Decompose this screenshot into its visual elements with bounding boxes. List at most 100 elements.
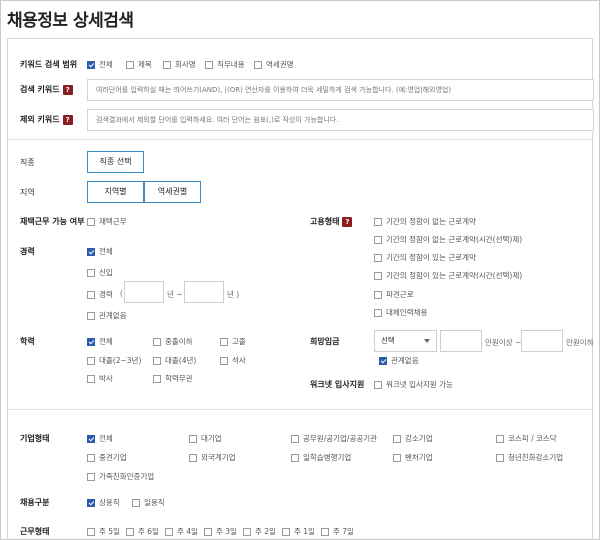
- checkbox-schedule-1day[interactable]: [282, 527, 290, 536]
- checkbox-worknet-support[interactable]: [374, 380, 382, 389]
- exclude-keyword-input[interactable]: 검색결과에서 제외할 단어를 입력하세요. 여러 단어는 쉼표(,)로 작성이 …: [87, 109, 594, 131]
- hire-option-regular[interactable]: 상용직: [87, 497, 120, 508]
- education-option-master[interactable]: 석사: [220, 355, 246, 366]
- search-keyword-input[interactable]: 여러단어를 입력하실 때는 띄어쓰기(AND), |(OR) 연산자를 이용하여…: [87, 79, 594, 101]
- checkbox-schedule-2day[interactable]: [243, 527, 251, 536]
- career-option-all[interactable]: 전체: [87, 246, 113, 257]
- checkbox-schedule-3day[interactable]: [204, 527, 212, 536]
- wage-min-input[interactable]: [440, 330, 482, 352]
- help-icon[interactable]: ?: [342, 216, 353, 227]
- checkbox-hire-daily[interactable]: [132, 498, 140, 507]
- checkbox-education-middle[interactable]: [153, 337, 161, 346]
- scope-option-duty[interactable]: 직무내용: [205, 59, 245, 70]
- checkbox-career-experienced[interactable]: [87, 290, 95, 299]
- region-by-area-button[interactable]: 지역별: [87, 181, 144, 203]
- employment-option-6[interactable]: 대체인력채용: [374, 307, 427, 318]
- employment-option-4[interactable]: 기간의 정함이 있는 근로계약(시간(선택)제): [374, 270, 522, 281]
- scope-option-all[interactable]: 전체: [87, 59, 113, 70]
- checkbox-company-venture[interactable]: [393, 453, 401, 462]
- schedule-option-7day[interactable]: 주 7일: [321, 526, 354, 537]
- checkbox-employment-1[interactable]: [374, 217, 382, 226]
- checkbox-schedule-4day[interactable]: [165, 527, 173, 536]
- region-by-station-button[interactable]: 역세권별: [144, 181, 201, 203]
- company-option-large[interactable]: 대기업: [189, 433, 222, 444]
- checkbox-wage-any[interactable]: [379, 356, 387, 365]
- checkbox-company-large[interactable]: [189, 434, 197, 443]
- checkbox-education-any[interactable]: [153, 374, 161, 383]
- job-type-select-button[interactable]: 직종 선택: [87, 151, 144, 173]
- checkbox-education-master[interactable]: [220, 356, 228, 365]
- checkbox-hire-regular[interactable]: [87, 498, 95, 507]
- company-option-all[interactable]: 전체: [87, 433, 113, 444]
- career-option-any[interactable]: 관계없음: [87, 310, 127, 321]
- checkbox-schedule-7day[interactable]: [321, 527, 329, 536]
- career-years-max-input[interactable]: [184, 281, 224, 303]
- remote-option[interactable]: 재택근무: [87, 216, 127, 227]
- schedule-option-2day[interactable]: 주 2일: [243, 526, 276, 537]
- checkbox-schedule-6day[interactable]: [126, 527, 134, 536]
- education-option-all[interactable]: 전체: [87, 336, 113, 347]
- checkbox-scope-company[interactable]: [163, 60, 171, 69]
- education-option-middle[interactable]: 중졸이하: [153, 336, 193, 347]
- hire-option-daily[interactable]: 일용직: [132, 497, 165, 508]
- checkbox-employment-4[interactable]: [374, 271, 382, 280]
- company-option-kospi[interactable]: 코스피 / 코스닥: [496, 433, 557, 444]
- checkbox-company-strong-small[interactable]: [393, 434, 401, 443]
- education-option-university[interactable]: 대졸(4년): [153, 355, 196, 366]
- checkbox-company-all[interactable]: [87, 434, 95, 443]
- employment-option-5[interactable]: 파견근로: [374, 289, 414, 300]
- wage-any-option[interactable]: 관계없음: [379, 355, 419, 366]
- education-option-high[interactable]: 고졸: [220, 336, 246, 347]
- scope-option-station[interactable]: 역세권명: [254, 59, 294, 70]
- checkbox-company-public[interactable]: [291, 434, 299, 443]
- checkbox-company-family-friendly[interactable]: [87, 472, 95, 481]
- checkbox-employment-5[interactable]: [374, 290, 382, 299]
- checkbox-education-high[interactable]: [220, 337, 228, 346]
- checkbox-career-new[interactable]: [87, 268, 95, 277]
- checkbox-scope-all[interactable]: [87, 60, 95, 69]
- checkbox-company-foreign[interactable]: [189, 453, 197, 462]
- checkbox-scope-title[interactable]: [126, 60, 134, 69]
- education-option-doctor[interactable]: 박사: [87, 373, 113, 384]
- wage-type-select[interactable]: 선택: [374, 330, 437, 352]
- checkbox-employment-6[interactable]: [374, 308, 382, 317]
- checkbox-education-all[interactable]: [87, 337, 95, 346]
- checkbox-company-work-study[interactable]: [291, 453, 299, 462]
- company-option-family-friendly[interactable]: 가족친화인증기업: [87, 471, 154, 482]
- schedule-option-5day[interactable]: 주 5일: [87, 526, 120, 537]
- company-option-foreign[interactable]: 외국계기업: [189, 452, 236, 463]
- checkbox-scope-station[interactable]: [254, 60, 262, 69]
- career-option-new[interactable]: 신입: [87, 267, 113, 278]
- checkbox-company-midsize[interactable]: [87, 453, 95, 462]
- checkbox-company-youth-friendly[interactable]: [496, 453, 504, 462]
- checkbox-scope-duty[interactable]: [205, 60, 213, 69]
- checkbox-career-all[interactable]: [87, 247, 95, 256]
- company-option-public[interactable]: 공무원/공기업/공공기관: [291, 433, 377, 444]
- checkbox-remote[interactable]: [87, 217, 95, 226]
- checkbox-company-kospi[interactable]: [496, 434, 504, 443]
- schedule-option-3day[interactable]: 주 3일: [204, 526, 237, 537]
- worknet-support-option[interactable]: 워크넷 입사지원 가능: [374, 379, 453, 390]
- company-option-venture[interactable]: 벤처기업: [393, 452, 433, 463]
- checkbox-education-university[interactable]: [153, 356, 161, 365]
- checkbox-education-college[interactable]: [87, 356, 95, 365]
- employment-option-1[interactable]: 기간의 정함이 없는 근로계약: [374, 216, 476, 227]
- education-option-college[interactable]: 대졸(2~3년): [87, 355, 141, 366]
- help-icon[interactable]: ?: [62, 84, 73, 95]
- company-option-midsize[interactable]: 중견기업: [87, 452, 127, 463]
- company-option-youth-friendly[interactable]: 청년친화강소기업: [496, 452, 563, 463]
- career-years-min-input[interactable]: [124, 281, 164, 303]
- checkbox-employment-2[interactable]: [374, 235, 382, 244]
- employment-option-3[interactable]: 기간의 정함이 있는 근로계약: [374, 252, 476, 263]
- checkbox-employment-3[interactable]: [374, 253, 382, 262]
- company-option-work-study[interactable]: 일학습병행기업: [291, 452, 351, 463]
- scope-option-company[interactable]: 회사명: [163, 59, 196, 70]
- help-icon[interactable]: ?: [62, 114, 73, 125]
- company-option-strong-small[interactable]: 강소기업: [393, 433, 433, 444]
- schedule-option-6day[interactable]: 주 6일: [126, 526, 159, 537]
- checkbox-schedule-5day[interactable]: [87, 527, 95, 536]
- schedule-option-1day[interactable]: 주 1일: [282, 526, 315, 537]
- career-option-experienced[interactable]: 경력: [87, 289, 113, 300]
- scope-option-title[interactable]: 제목: [126, 59, 152, 70]
- education-option-any[interactable]: 학력무관: [153, 373, 193, 384]
